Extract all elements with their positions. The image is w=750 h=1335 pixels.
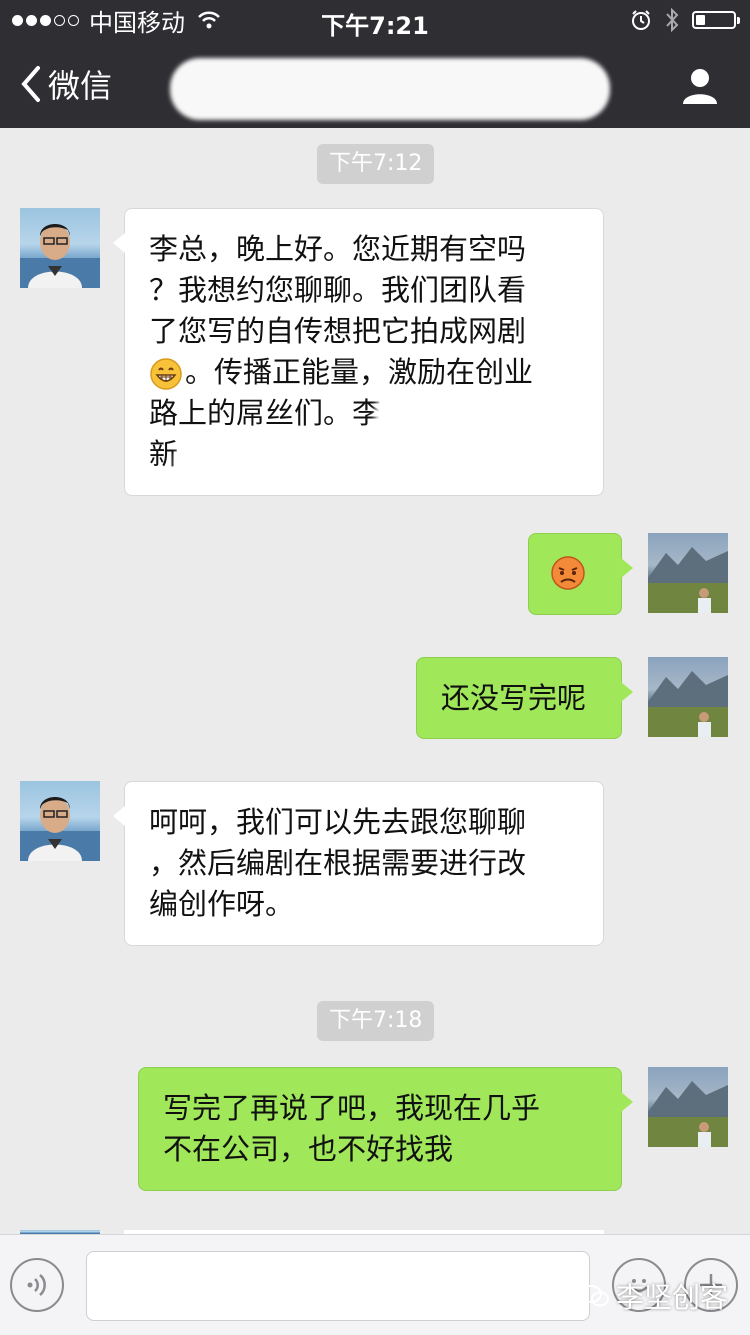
- navigation-bar: 微信: [0, 40, 750, 128]
- back-button[interactable]: 微信: [18, 62, 112, 106]
- outgoing-message[interactable]: 写完了再说了吧，我现在几乎 不在公司，也不好找我: [138, 1067, 633, 1191]
- voice-icon: [27, 1274, 46, 1296]
- outgoing-message[interactable]: [528, 533, 633, 615]
- my-avatar[interactable]: [648, 657, 728, 737]
- chat-title: [170, 58, 610, 120]
- incoming-message[interactable]: 呵呵，我们可以先去跟您聊聊 ，然后编剧在根据需要进行改 编创作呀。: [113, 781, 604, 946]
- battery-icon: [692, 11, 740, 29]
- redacted-text: [375, 391, 575, 443]
- back-label: 微信: [48, 67, 113, 105]
- my-avatar[interactable]: [648, 533, 728, 613]
- timestamp: 下午7:18: [317, 1001, 435, 1041]
- embarrassed-emoji-icon: [551, 556, 585, 590]
- watermark: 李坚创客: [579, 1276, 728, 1316]
- status-right: [630, 6, 740, 34]
- redacted-title: [170, 58, 610, 120]
- outgoing-message[interactable]: 还没写完呢: [416, 657, 633, 739]
- status-bar: 中国移动 下午7:21: [0, 0, 750, 40]
- person-icon[interactable]: [680, 66, 720, 106]
- chevron-left-icon: [21, 66, 40, 102]
- voice-button[interactable]: [10, 1258, 64, 1312]
- grin-emoji-icon: [150, 358, 182, 390]
- my-avatar[interactable]: [648, 1067, 728, 1147]
- bluetooth-icon: [666, 7, 679, 33]
- message-input[interactable]: [86, 1251, 590, 1321]
- avatar[interactable]: [20, 781, 100, 861]
- incoming-message[interactable]: 李总，晚上好。您近期有空吗 ？我想约您聊聊。我们团队看 了您写的自传想把它拍成网…: [113, 208, 604, 496]
- wechat-logo-icon: [579, 1285, 609, 1307]
- timestamp: 下午7:12: [317, 144, 435, 184]
- chat-area[interactable]: 下午7:12 李总，晚上好。您近期有空吗 ？我想约您聊聊。我们团队看 了您写的自…: [0, 128, 750, 1234]
- avatar[interactable]: [20, 208, 100, 288]
- redacted-text: [175, 441, 275, 487]
- alarm-icon: [632, 10, 650, 30]
